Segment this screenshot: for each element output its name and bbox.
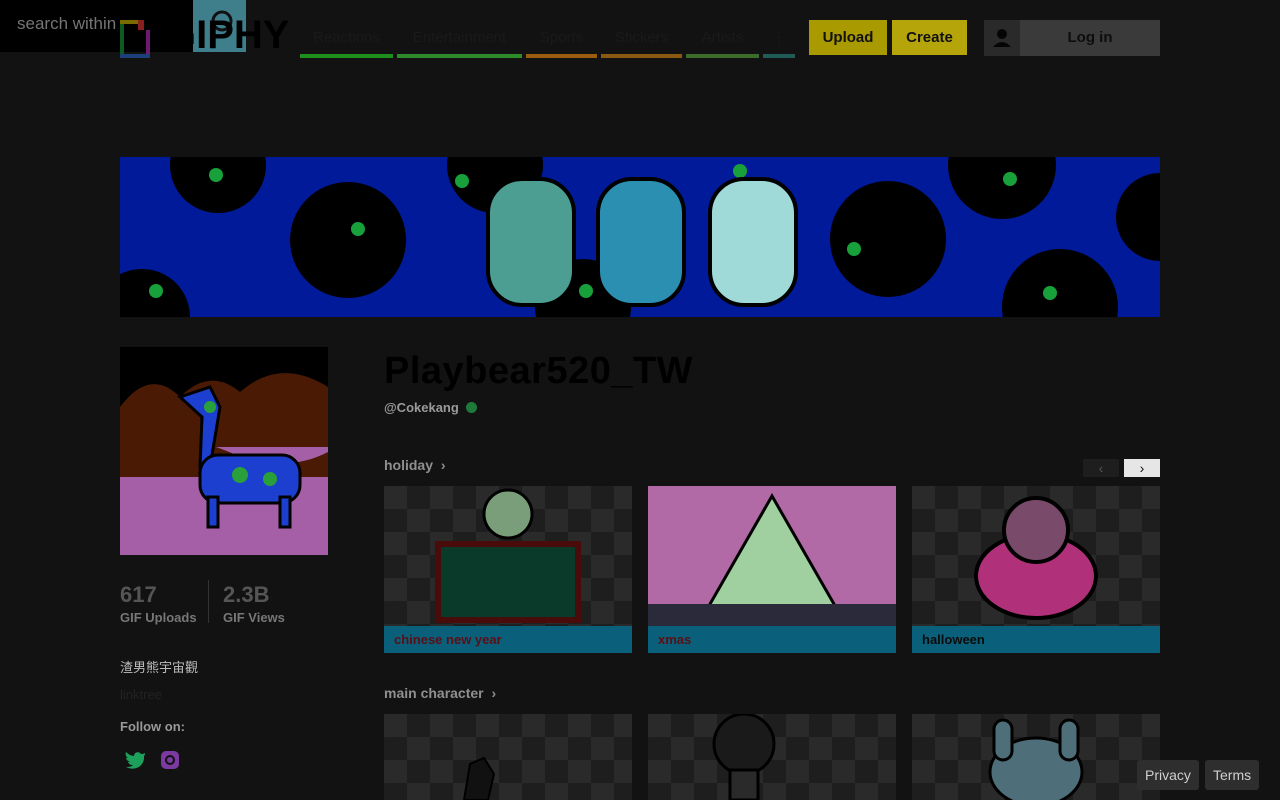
views-count: 2.3B — [223, 582, 270, 607]
follow-label: Follow on: — [120, 719, 185, 734]
upload-button[interactable]: Upload — [809, 20, 887, 55]
chevron-right-icon: › — [1139, 460, 1145, 476]
channel-banner — [120, 157, 1160, 317]
chevron-right-icon: › — [491, 685, 497, 701]
gif-caption: chinese new year — [384, 626, 632, 653]
gif-card-halloween[interactable] — [912, 486, 1160, 626]
gif-card-chinese-new-year[interactable] — [384, 486, 632, 626]
nav-sports[interactable]: Sports — [526, 26, 597, 58]
views-label: GIF Views — [223, 610, 285, 625]
logo-mark — [120, 20, 150, 58]
gif-card[interactable] — [384, 714, 632, 800]
nav-reactions[interactable]: Reactions — [300, 26, 393, 58]
twitter-icon[interactable] — [124, 750, 146, 770]
uploads-label: GIF Uploads — [120, 610, 197, 625]
carousel-prev-button[interactable]: ‹ — [1083, 459, 1119, 477]
channel-name: Playbear520_TW — [384, 350, 694, 392]
section-main-character-link[interactable]: main character › — [384, 685, 496, 701]
nav-artists[interactable]: Artists — [686, 26, 759, 58]
uploads-count: 617 — [120, 582, 157, 607]
channel-avatar — [120, 347, 328, 555]
chevron-right-icon: › — [440, 457, 446, 473]
gif-caption: halloween — [912, 626, 1160, 653]
linktree-link[interactable]: linktree — [120, 687, 162, 702]
giphy-logo[interactable]: GIPHY — [120, 13, 290, 58]
more-icon: ⋮ — [771, 29, 787, 46]
create-button[interactable]: Create — [892, 20, 967, 55]
user-icon — [984, 20, 1020, 56]
nav-more-button[interactable]: ⋮ — [763, 26, 795, 58]
terms-link[interactable]: Terms — [1205, 760, 1260, 790]
nav-stickers[interactable]: Stickers — [601, 26, 682, 58]
gif-card[interactable] — [912, 714, 1160, 800]
gif-card-xmas[interactable] — [648, 486, 896, 626]
logo-wordmark: GIPHY — [165, 13, 290, 57]
gif-caption: xmas — [648, 626, 896, 653]
verified-icon — [466, 402, 478, 413]
gif-card[interactable] — [648, 714, 896, 800]
login-button[interactable]: Log in — [984, 20, 1160, 56]
nav-entertainment[interactable]: Entertainment — [397, 26, 522, 58]
channel-handle[interactable]: @Cokekang — [384, 400, 478, 415]
privacy-link[interactable]: Privacy — [1137, 760, 1199, 790]
chevron-left-icon: ‹ — [1098, 460, 1104, 476]
channel-bio: 渣男熊宇宙觀 — [120, 660, 199, 675]
section-holiday-link[interactable]: holiday › — [384, 457, 446, 473]
instagram-icon[interactable] — [160, 750, 180, 770]
carousel-next-button[interactable]: › — [1124, 459, 1160, 477]
stats-divider — [208, 580, 209, 623]
